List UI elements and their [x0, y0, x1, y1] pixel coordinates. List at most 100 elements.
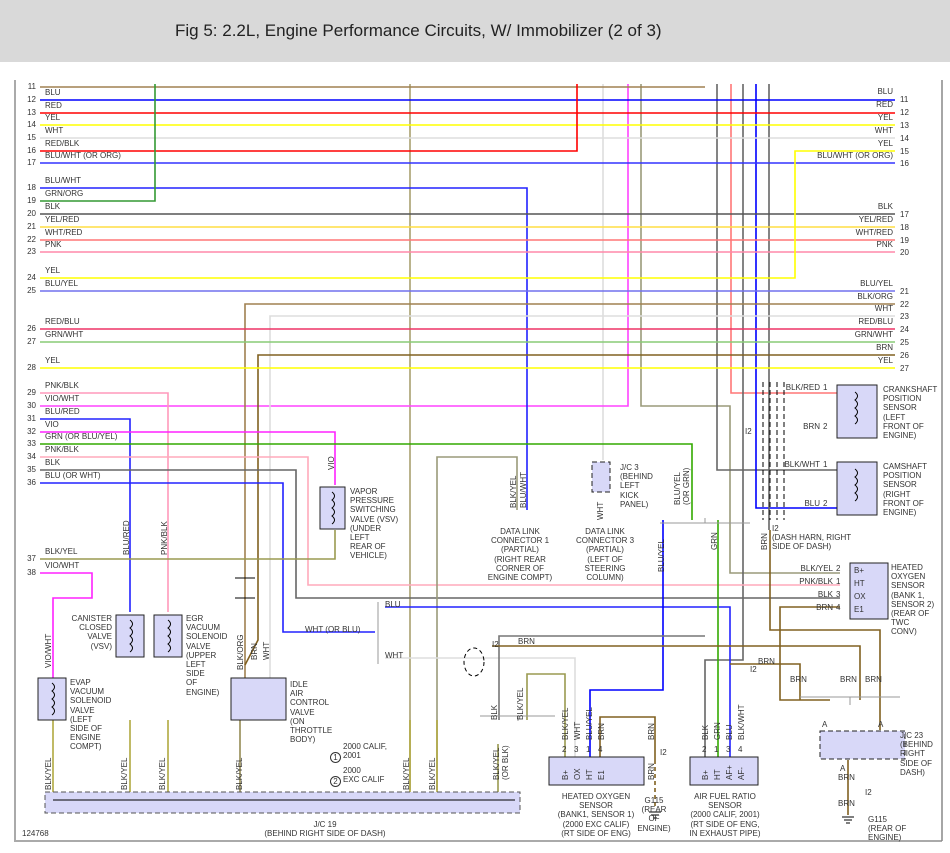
wire-blk-afr	[704, 84, 744, 760]
wire-label-wht-jc3: WHT	[596, 501, 605, 520]
wire-label-i2: I2	[750, 665, 757, 674]
left-pin-wire-color: BLU/WHT (OR ORG)	[45, 151, 121, 160]
ho2s-b1s2-pin: 3	[836, 590, 841, 599]
left-pin-wire-color: RED	[45, 101, 62, 110]
right-pin-wire-color: WHT/RED	[855, 228, 893, 237]
jc3-connector	[591, 461, 611, 493]
left-pin-wire-color: YEL	[45, 113, 61, 122]
left-pin-number: 31	[27, 414, 36, 423]
egr-valve-label: EGR VACUUM SOLENOID VALVE (UPPER LEFT SI…	[186, 614, 228, 697]
left-pin-number: 15	[27, 133, 36, 142]
wire-label-blk-yel: BLK/YEL	[402, 757, 411, 790]
note-1-mark: 1	[330, 743, 341, 764]
wire-label-a: A	[822, 720, 828, 729]
left-pin-number: 35	[27, 465, 36, 474]
left-pin-wire-color: BLK	[45, 202, 61, 211]
option-bracket	[800, 696, 900, 705]
left-pin-number: 14	[27, 120, 36, 129]
left-pin-wire-color: BLU/RED	[45, 407, 80, 416]
left-pin-number: 37	[27, 554, 36, 563]
left-pin-number: 34	[27, 452, 36, 461]
right-pin-wire-color: RED/BLU	[858, 317, 893, 326]
g115-b-label: G115 (REAR OF ENGINE)	[868, 815, 907, 843]
wire-blk-yel-dlc1	[436, 456, 518, 790]
afr-wire: BLK/WHT	[737, 704, 746, 740]
wire-label-blk-yel: BLK/YEL	[516, 687, 525, 720]
crank-sensor-label: CRANKSHAFT POSITION SENSOR (LEFT FRONT O…	[883, 385, 938, 441]
left-pin-wire-color: PNK	[45, 240, 62, 249]
left-pin-number: 23	[27, 247, 36, 256]
wire-label-blk-org: BLK/ORG	[236, 634, 245, 670]
left-pin-number: 12	[27, 95, 36, 104]
note-2-number: 2	[330, 776, 341, 788]
left-pin-number: 36	[27, 478, 36, 487]
note-1-text: 2000 CALIF, 2001	[343, 742, 388, 761]
right-pin-number: 24	[900, 325, 909, 334]
ho2s-b1s2-label: HEATED OXYGEN SENSOR (BANK 1, SENSOR 2) …	[891, 563, 935, 637]
left-pin-wire-color: GRN/WHT	[45, 330, 84, 339]
wire-label-brn: BRN	[250, 643, 259, 660]
wire-label-wht-or-blu: WHT (OR BLU)	[305, 625, 361, 634]
wire-label-brn: BRN	[647, 763, 656, 780]
cam-sensor-label: CAMSHAFT POSITION SENSOR (RIGHT FRONT OF…	[883, 462, 927, 518]
left-pin-wire-color: YEL	[45, 266, 61, 275]
wire-16-red-blk	[40, 84, 578, 152]
ho2s-b1s1-terminal: B+	[561, 769, 570, 780]
left-pin-wire-color: BLU (OR WHT)	[45, 471, 101, 480]
note-1-number: 1	[330, 752, 341, 764]
wire-label-wht: WHT	[262, 641, 271, 660]
ho2s-b1s2-wire: BRN	[816, 603, 833, 612]
left-pin-number: 26	[27, 324, 36, 333]
wire-label-blk-yel: BLK/YEL	[428, 757, 437, 790]
cam-wire: BLU	[804, 499, 820, 508]
left-pin-number: 25	[27, 286, 36, 295]
left-pin-wire-color: BLK/YEL	[45, 547, 78, 556]
ho2s-b1s2-pin: 2	[836, 564, 841, 573]
right-pin-wire-color: WHT	[874, 304, 893, 313]
jc19-label: J/C 19 (BEHIND RIGHT SIDE OF DASH)	[264, 820, 386, 839]
right-pin-wire-color: BLU	[877, 87, 893, 96]
note-2-text: 2000 EXC CALIF	[343, 766, 385, 785]
right-pin-wire-color: YEL/RED	[858, 215, 893, 224]
left-pin-wire-color: VIO/WHT	[45, 394, 80, 403]
cam-pin: 1	[823, 460, 828, 469]
afr-sensor-label: AIR FUEL RATIO SENSOR (2000 CALIF, 2001)…	[689, 792, 761, 838]
ho2s-b1s2-wire: PNK/BLK	[799, 577, 833, 586]
wire-label-brn: BRN	[647, 723, 656, 740]
ho2s-b1s1-terminal: HT	[585, 769, 594, 780]
wire-label-blk-yel-or-blk: BLK/YEL (OR BLK)	[492, 745, 510, 780]
afr-wire: BLK	[701, 724, 710, 740]
right-pin-number: 22	[900, 300, 909, 309]
cam-pin: 2	[823, 499, 828, 508]
crank-wire: BLK/RED	[785, 383, 820, 392]
right-pin-wire-color: RED	[876, 100, 893, 109]
wire-label-blu: BLU	[385, 600, 401, 609]
right-pin-number: 12	[900, 108, 909, 117]
afr-wire: GRN	[713, 722, 722, 740]
wire-label-blk-yel: BLK/YEL	[44, 757, 53, 790]
left-pin-number: 27	[27, 337, 36, 346]
wire-label-wht: WHT	[385, 651, 404, 660]
ho2s-b1s1-wire: BRN	[597, 723, 606, 740]
left-pin-number: 17	[27, 158, 36, 167]
left-pin-number: 21	[27, 222, 36, 231]
ho2s-b1s1-pin: 1	[586, 745, 591, 754]
left-pin-number: 18	[27, 183, 36, 192]
canister-valve-label: CANISTER CLOSED VALVE (VSV)	[71, 614, 112, 651]
figure-number: 124768	[22, 829, 49, 838]
afr-terminal: AF-	[737, 767, 746, 780]
right-pin-number: 20	[900, 248, 909, 257]
dlc1-label: DATA LINK CONNECTOR 1 (PARTIAL) (RIGHT R…	[487, 527, 553, 583]
wire-label-vio: VIO	[327, 456, 336, 470]
wire-label-blk-yel-dlc: BLK/YEL	[509, 475, 518, 508]
iac-valve-label: IDLE AIR CONTROL VALVE (ON THROTTLE BODY…	[290, 680, 333, 745]
wire-brn-i2	[492, 645, 861, 700]
wire-label-pnk-blk: PNK/BLK	[160, 521, 169, 555]
right-pin-wire-color: BRN	[876, 343, 893, 352]
ho2s-b1s1-wire: WHT	[573, 721, 582, 740]
right-pin-number: 13	[900, 121, 909, 130]
ho2s-b1s2-wire: BLK/YEL	[800, 564, 833, 573]
wire-label-blu-yel-or-grn: BLU/YEL (OR GRN)	[673, 467, 691, 505]
wire-29-pnk-blk	[40, 392, 169, 612]
wire-label-brn: BRN	[840, 675, 857, 684]
